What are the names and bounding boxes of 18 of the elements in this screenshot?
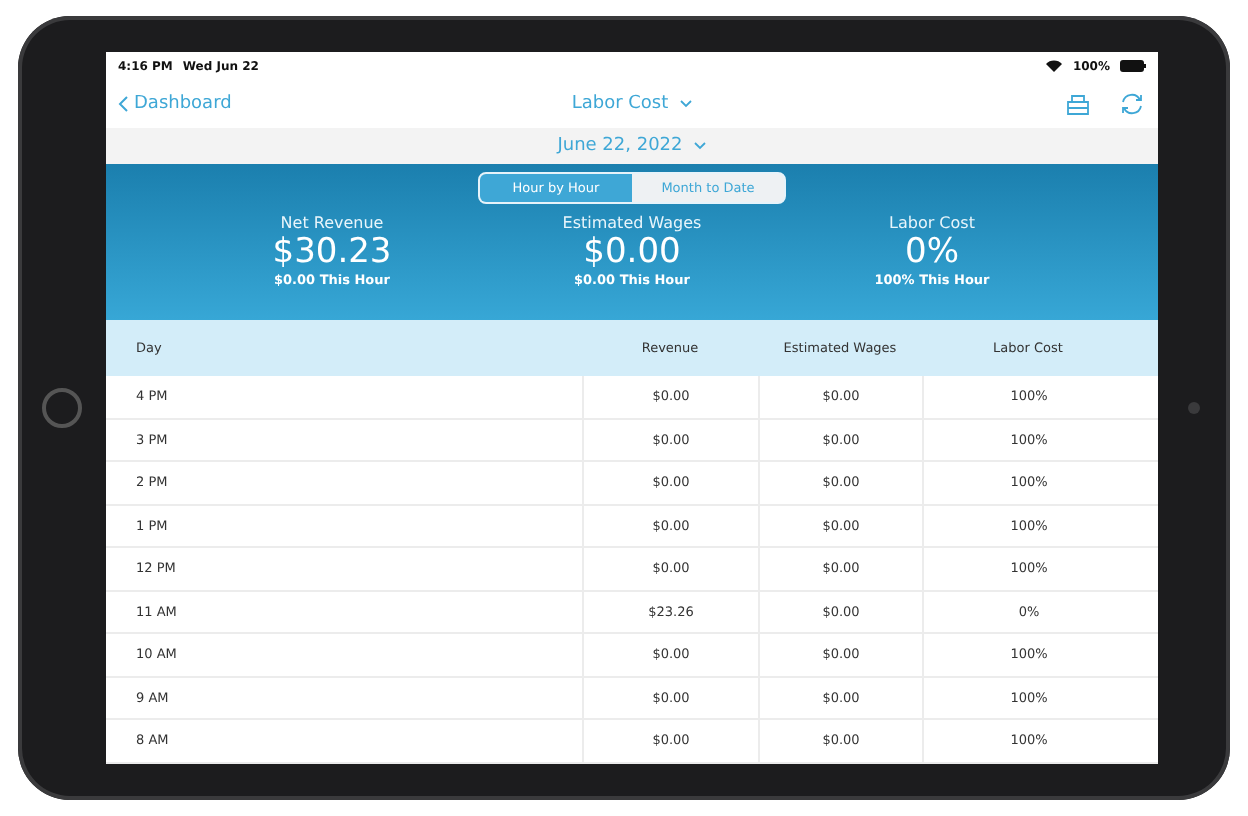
refresh-icon[interactable] (1118, 92, 1146, 116)
metric-label: Labor Cost (889, 214, 975, 232)
metric-value: $0.00 (583, 232, 681, 272)
chevron-left-icon (118, 96, 128, 112)
date-selector[interactable]: June 22, 2022 (557, 136, 683, 156)
metric-label: Net Revenue (280, 214, 384, 232)
back-button[interactable]: Dashboard (118, 94, 232, 114)
home-button[interactable] (42, 388, 82, 428)
wifi-icon (1046, 60, 1063, 72)
printer-icon[interactable] (1066, 93, 1090, 115)
chevron-down-icon (694, 142, 707, 150)
metric-label: Estimated Wages (562, 214, 702, 232)
page-title[interactable]: Labor Cost (571, 94, 669, 114)
chevron-down-icon (680, 100, 693, 108)
metric-value: $30.23 (272, 232, 392, 272)
camera-icon (1188, 402, 1200, 414)
metric-value: 0% (905, 232, 959, 272)
battery-icon (1120, 60, 1146, 72)
